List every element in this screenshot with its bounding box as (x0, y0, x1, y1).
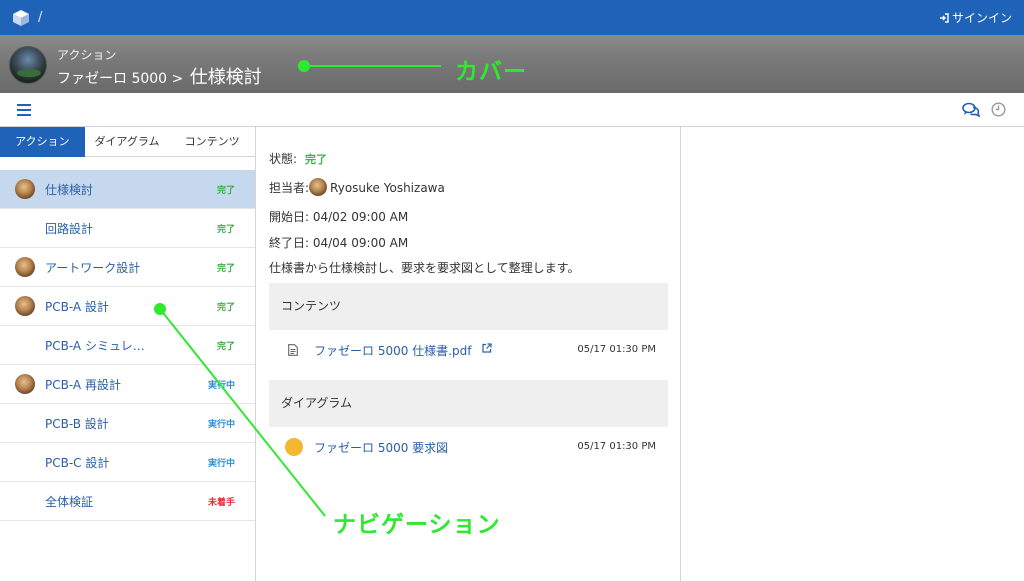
list-item[interactable]: アートワーク設計 完了 (0, 248, 255, 287)
cover-avatar (9, 46, 47, 84)
cube-logo-icon[interactable] (12, 9, 30, 27)
sidebar-tabs: アクション ダイアグラム コンテンツ (0, 127, 255, 157)
avatar (15, 296, 35, 316)
status-badge: 未着手 (207, 498, 235, 508)
status-badge: 完了 (216, 225, 235, 235)
avatar (15, 374, 35, 394)
tab-contents[interactable]: コンテンツ (169, 127, 255, 157)
cover-breadcrumb: ファゼーロ 5000 > 仕様検討 (57, 63, 262, 89)
status-badge: 完了 (216, 303, 235, 313)
external-link-icon[interactable] (482, 343, 492, 353)
action-label: アートワーク設計 (45, 261, 141, 275)
assignee-row: 担当者: Ryosuke Yoshizawa (269, 178, 445, 196)
list-item[interactable]: PCB-A 設計 完了 (0, 287, 255, 326)
cover-crumb-separator: > (171, 71, 184, 87)
diagrams-section-header: ダイアグラム (269, 380, 668, 427)
action-label: PCB-B 設計 (45, 417, 109, 431)
chat-bubbles-icon[interactable] (962, 102, 980, 118)
yellow-circle-icon (285, 438, 303, 456)
tab-actions[interactable]: アクション (0, 127, 85, 157)
assignee-label: 担当者: (269, 181, 310, 195)
navigation-sidebar: アクション ダイアグラム コンテンツ 仕様検討 完了 回路設計 完了 アートワー… (0, 127, 256, 581)
list-item[interactable]: 仕様検討 完了 (0, 170, 255, 209)
contents-section-header: コンテンツ (269, 283, 668, 330)
start-date: 開始日: 04/02 09:00 AM (269, 210, 409, 224)
diagram-link[interactable]: ファゼーロ 5000 要求図 (314, 439, 448, 456)
diagram-row: ファゼーロ 5000 要求図 05/17 01:30 PM (269, 427, 668, 467)
annotation-cover-line (303, 65, 441, 67)
diagram-timestamp: 05/17 01:30 PM (577, 441, 656, 452)
clock-icon[interactable] (991, 102, 1006, 117)
cover-kicker: アクション (57, 48, 117, 62)
status-badge: 実行中 (207, 459, 235, 469)
signin-link[interactable]: サインイン (939, 9, 1012, 26)
annotation-cover-dot (298, 60, 310, 72)
assignee-name: Ryosuke Yoshizawa (330, 181, 445, 195)
end-date: 終了日: 04/04 09:00 AM (269, 236, 409, 250)
action-label: 回路設計 (45, 222, 94, 236)
cover-project-link[interactable]: ファゼーロ 5000 (57, 71, 167, 87)
status-badge: 実行中 (207, 381, 235, 391)
right-empty-pane (681, 127, 1024, 581)
list-item[interactable]: 全体検証 未着手 (0, 482, 255, 521)
action-label: 仕様検討 (45, 183, 94, 197)
status-row: 状態: 完了 (269, 150, 327, 167)
action-label: PCB-C 設計 (45, 456, 110, 470)
content-link[interactable]: ファゼーロ 5000 仕様書.pdf (314, 342, 471, 359)
content-timestamp: 05/17 01:30 PM (577, 344, 656, 355)
list-item[interactable]: PCB-A 再設計 実行中 (0, 365, 255, 404)
toolbar (0, 93, 1024, 127)
signin-icon (939, 12, 949, 23)
list-item[interactable]: PCB-B 設計 実行中 (0, 404, 255, 443)
list-item[interactable]: PCB-C 設計 実行中 (0, 443, 255, 482)
avatar (15, 257, 35, 277)
avatar (309, 178, 328, 196)
action-description: 仕様書から仕様検討し、要求を要求図として整理します。 (269, 261, 580, 275)
action-label: PCB-A 設計 (45, 300, 109, 314)
status-badge: 実行中 (207, 420, 235, 430)
annotation-cover-label: カバー (455, 59, 527, 85)
status-label: 状態: (269, 152, 298, 166)
action-label: PCB-A 再設計 (45, 378, 121, 392)
action-label: PCB-A シミュレ… (45, 339, 145, 353)
signin-label: サインイン (951, 11, 1012, 25)
action-list: 仕様検討 完了 回路設計 完了 アートワーク設計 完了 PCB-A 設計 完了 … (0, 170, 255, 521)
status-value: 完了 (305, 153, 328, 166)
tab-diagrams[interactable]: ダイアグラム (85, 127, 170, 157)
hamburger-menu-icon[interactable] (17, 104, 31, 116)
annotation-navigation-label: ナビゲーション (333, 512, 501, 538)
status-badge: 完了 (216, 186, 235, 196)
cover-page-title: 仕様検討 (189, 67, 262, 88)
list-item[interactable]: 回路設計 完了 (0, 209, 255, 248)
top-navbar: / サインイン (0, 0, 1024, 35)
avatar (15, 179, 35, 199)
list-item[interactable]: PCB-A シミュレ… 完了 (0, 326, 255, 365)
action-label: 全体検証 (45, 495, 94, 509)
content-row: ファゼーロ 5000 仕様書.pdf 05/17 01:30 PM (269, 330, 668, 370)
breadcrumb-separator: / (38, 10, 43, 25)
document-icon (288, 344, 298, 356)
status-badge: 完了 (216, 264, 235, 274)
status-badge: 完了 (216, 342, 235, 352)
